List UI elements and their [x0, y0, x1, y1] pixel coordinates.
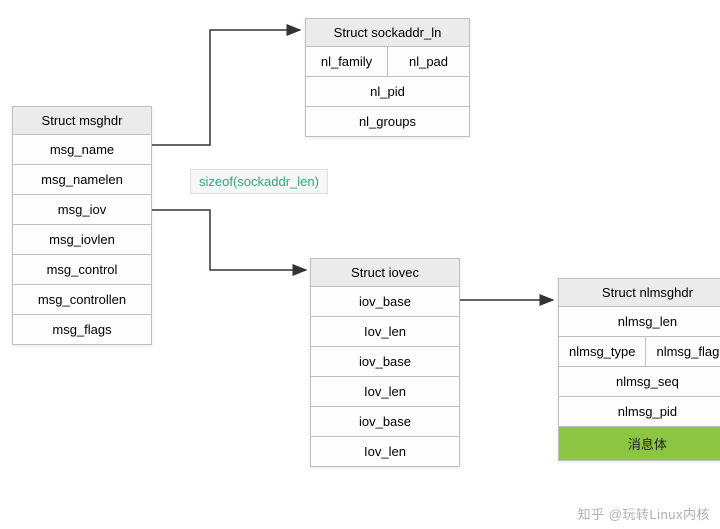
- sizeof-annotation: sizeof(sockaddr_len): [190, 169, 328, 194]
- msghdr-title: Struct msghdr: [13, 107, 152, 135]
- struct-nlmsghdr-table: Struct nlmsghdr nlmsg_len nlmsg_type nlm…: [558, 278, 720, 461]
- msghdr-field: msg_iovlen: [13, 225, 152, 255]
- nlmsghdr-field: nlmsg_seq: [559, 367, 720, 397]
- watermark: 知乎 @玩转Linux内核: [578, 504, 710, 523]
- iovec-field: iov_base: [311, 287, 460, 317]
- struct-msghdr-table: Struct msghdr msg_name msg_namelen msg_i…: [12, 106, 152, 345]
- sockaddr-field: nl_groups: [306, 107, 470, 137]
- iovec-field: Iov_len: [311, 377, 460, 407]
- iovec-field: Iov_len: [311, 437, 460, 467]
- nlmsghdr-field: nlmsg_pid: [559, 397, 720, 427]
- sockaddr-field: nl_pad: [388, 47, 470, 77]
- nlmsghdr-title: Struct nlmsghdr: [559, 279, 720, 307]
- iovec-field: Iov_len: [311, 317, 460, 347]
- nlmsghdr-body: 消息体: [559, 427, 720, 461]
- nlmsghdr-field: nlmsg_flags: [646, 337, 720, 367]
- msghdr-field: msg_flags: [13, 315, 152, 345]
- sockaddr-field: nl_family: [306, 47, 388, 77]
- nlmsghdr-field: nlmsg_len: [559, 307, 720, 337]
- nlmsghdr-field: nlmsg_type: [559, 337, 646, 367]
- iovec-title: Struct iovec: [311, 259, 460, 287]
- iovec-field: iov_base: [311, 407, 460, 437]
- iovec-field: iov_base: [311, 347, 460, 377]
- msghdr-field: msg_namelen: [13, 165, 152, 195]
- sockaddr-title: Struct sockaddr_ln: [306, 19, 470, 47]
- sockaddr-field: nl_pid: [306, 77, 470, 107]
- msghdr-field: msg_name: [13, 135, 152, 165]
- struct-sockaddr-table: Struct sockaddr_ln nl_family nl_pad nl_p…: [305, 18, 470, 137]
- msghdr-field: msg_iov: [13, 195, 152, 225]
- msghdr-field: msg_controllen: [13, 285, 152, 315]
- msghdr-field: msg_control: [13, 255, 152, 285]
- struct-iovec-table: Struct iovec iov_base Iov_len iov_base I…: [310, 258, 460, 467]
